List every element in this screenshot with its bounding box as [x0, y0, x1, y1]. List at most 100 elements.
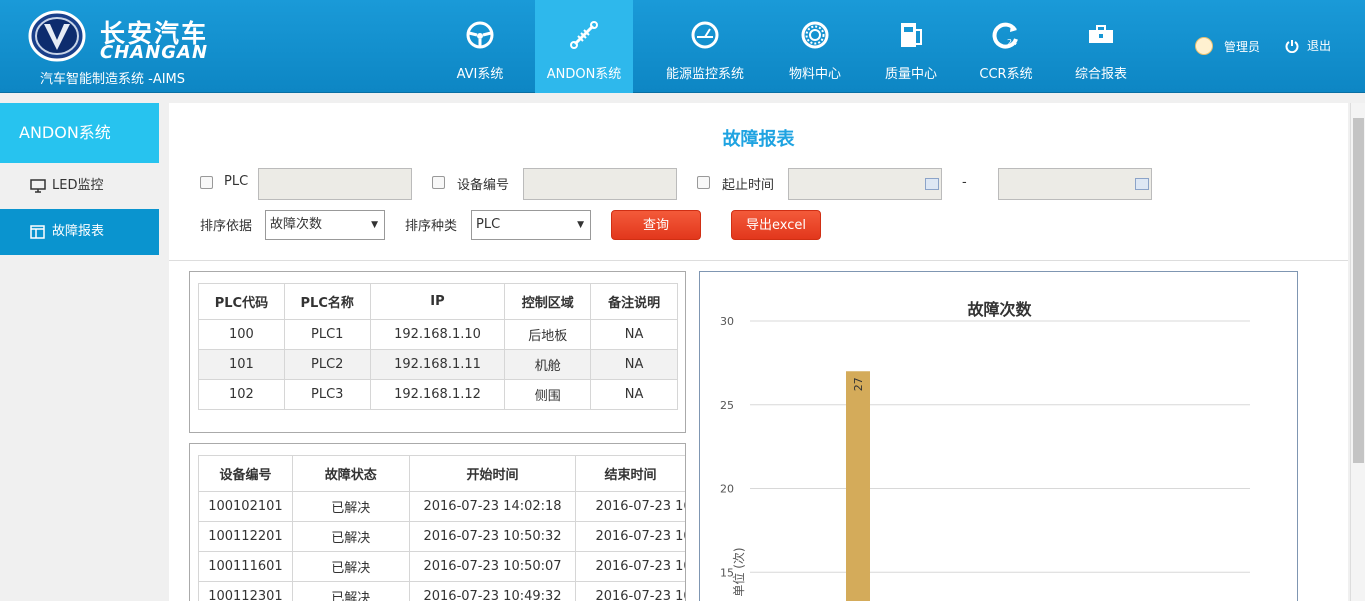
column-header[interactable]: 控制区域: [504, 283, 592, 320]
nav-energy[interactable]: 能源监控系统: [652, 0, 758, 93]
plc-input[interactable]: [258, 168, 412, 200]
table-cell: 已解决: [291, 581, 410, 601]
sort-by-value: 故障次数: [270, 217, 323, 232]
nav-label: ANDON系统: [546, 67, 622, 82]
nav-andon[interactable]: ANDON系统: [535, 0, 633, 93]
table-cell: 机舱: [504, 349, 592, 380]
start-time-input[interactable]: [788, 168, 942, 200]
scrollbar-thumb[interactable]: [1353, 118, 1364, 463]
sidebar-item-led-monitor[interactable]: LED监控: [0, 163, 159, 209]
table-row[interactable]: 101 PLC2 192.168.1.11 机舱 NA: [198, 349, 678, 380]
table-cell: PLC2: [283, 349, 371, 380]
top-header: 长安汽车 CHANGAN 汽车智能制造系统 -AIMS AVI系统 ANDON系…: [0, 0, 1365, 93]
column-header[interactable]: 结束时间: [575, 455, 685, 492]
refresh-24-icon: 24: [992, 22, 1018, 49]
sidebar-item-label: 故障报表: [52, 224, 105, 239]
table-cell: NA: [590, 319, 678, 350]
table-row[interactable]: 100111601 已解决 2016-07-23 10:50:07 2016-0…: [198, 551, 685, 582]
column-header[interactable]: PLC名称: [283, 283, 371, 320]
nav-quality[interactable]: 质量中心: [873, 0, 949, 93]
power-icon: [1285, 39, 1299, 53]
toolbox-icon: [1089, 25, 1113, 43]
table-cell: 2016-07-23 10:49:32: [408, 581, 577, 601]
bearing-icon: [801, 21, 829, 49]
sort-type-select[interactable]: PLC ▼: [471, 210, 591, 240]
logout-label: 退出: [1307, 39, 1332, 53]
column-header[interactable]: 备注说明: [590, 283, 678, 320]
table-cell: NA: [590, 379, 678, 410]
nav-label: 能源监控系统: [665, 67, 744, 82]
sort-by-select[interactable]: 故障次数 ▼: [265, 210, 385, 240]
svg-text:24: 24: [1007, 38, 1017, 47]
bar-data-label: 27: [852, 377, 865, 391]
sidebar: ANDON系统 LED监控 故障报表: [0, 103, 159, 601]
brand-english: CHANGAN: [100, 42, 209, 63]
fault-count-chart-panel: 故障次数 30 25 20 15 27 单位 (次): [699, 271, 1298, 601]
y-tick-label: 20: [720, 483, 734, 496]
table-cell: 2016-07-23 10: [575, 581, 685, 601]
table-cell: 2016-07-23 10:50:32: [408, 521, 577, 552]
time-checkbox[interactable]: [697, 176, 710, 189]
table-cell: 已解决: [291, 491, 410, 522]
bar: [846, 371, 870, 601]
device-label: 设备编号: [457, 178, 510, 193]
sidebar-item-fault-report[interactable]: 故障报表: [0, 209, 159, 255]
logout-button[interactable]: 退出: [1285, 37, 1331, 54]
plc-label: PLC: [224, 174, 249, 189]
column-header[interactable]: 开始时间: [408, 455, 577, 492]
end-time-input[interactable]: [998, 168, 1152, 200]
table-cell: 已解决: [291, 551, 410, 582]
table-cell: 2016-07-23 10: [575, 521, 685, 552]
column-header[interactable]: 设备编号: [198, 455, 293, 492]
table-cell: PLC3: [283, 379, 371, 410]
nav-ccr[interactable]: 24 CCR系统: [968, 0, 1044, 93]
system-name: 汽车智能制造系统 -AIMS: [40, 72, 186, 87]
table-cell: 2016-07-23 10: [575, 551, 685, 582]
sidebar-item-label: LED监控: [52, 178, 104, 193]
column-header[interactable]: IP: [369, 283, 506, 320]
y-axis-label: 单位 (次): [731, 547, 746, 596]
table-cell: 100102101: [198, 491, 293, 522]
calendar-icon[interactable]: [925, 178, 939, 190]
table-row[interactable]: 100112301 已解决 2016-07-23 10:49:32 2016-0…: [198, 581, 685, 601]
table-row[interactable]: 100112201 已解决 2016-07-23 10:50:32 2016-0…: [198, 521, 685, 552]
table-cell: 102: [198, 379, 285, 410]
table-cell: 100112201: [198, 521, 293, 552]
plc-checkbox[interactable]: [200, 176, 213, 189]
export-excel-button[interactable]: 导出excel: [731, 210, 821, 240]
nav-material[interactable]: 物料中心: [777, 0, 853, 93]
nav-label: 质量中心: [884, 67, 937, 82]
table-row[interactable]: 100 PLC1 192.168.1.10 后地板 NA: [198, 319, 678, 350]
avatar: [1195, 37, 1213, 55]
device-checkbox[interactable]: [432, 176, 445, 189]
table-header-row: PLC代码 PLC名称 IP 控制区域 备注说明: [198, 283, 678, 320]
table-cell: 192.168.1.11: [369, 349, 506, 380]
table-cell: 100111601: [198, 551, 293, 582]
vertical-scrollbar[interactable]: [1350, 103, 1365, 601]
report-table-icon: [30, 225, 45, 239]
table-header-row: 设备编号 故障状态 开始时间 结束时间: [198, 455, 685, 492]
table-cell: 已解决: [291, 521, 410, 552]
steering-wheel-icon: [466, 21, 494, 49]
device-input[interactable]: [523, 168, 677, 200]
query-button[interactable]: 查询: [611, 210, 701, 240]
plc-table-panel: PLC代码 PLC名称 IP 控制区域 备注说明 100 PLC1 192.16…: [189, 271, 686, 433]
sort-type-label: 排序种类: [405, 219, 458, 234]
sort-type-value: PLC: [476, 217, 501, 232]
time-separator: -: [962, 175, 967, 190]
username: 管理员: [1224, 39, 1261, 54]
sort-by-label: 排序依据: [200, 219, 253, 234]
column-header[interactable]: 故障状态: [291, 455, 410, 492]
nav-reports[interactable]: 综合报表: [1063, 0, 1139, 93]
nav-avi[interactable]: AVI系统: [430, 0, 530, 93]
changan-logo[interactable]: 长安汽车 CHANGAN 汽车智能制造系统 -AIMS: [28, 10, 228, 87]
calendar-icon[interactable]: [1135, 178, 1149, 190]
table-cell: 192.168.1.10: [369, 319, 506, 350]
column-header[interactable]: PLC代码: [198, 283, 285, 320]
table-cell: PLC1: [283, 319, 371, 350]
table-cell: 2016-07-23 16: [575, 491, 685, 522]
table-row[interactable]: 102 PLC3 192.168.1.12 侧围 NA: [198, 379, 678, 410]
current-user[interactable]: 管理员: [1195, 37, 1260, 55]
nav-label: 物料中心: [788, 67, 841, 82]
table-row[interactable]: 100102101 已解决 2016-07-23 14:02:18 2016-0…: [198, 491, 685, 522]
